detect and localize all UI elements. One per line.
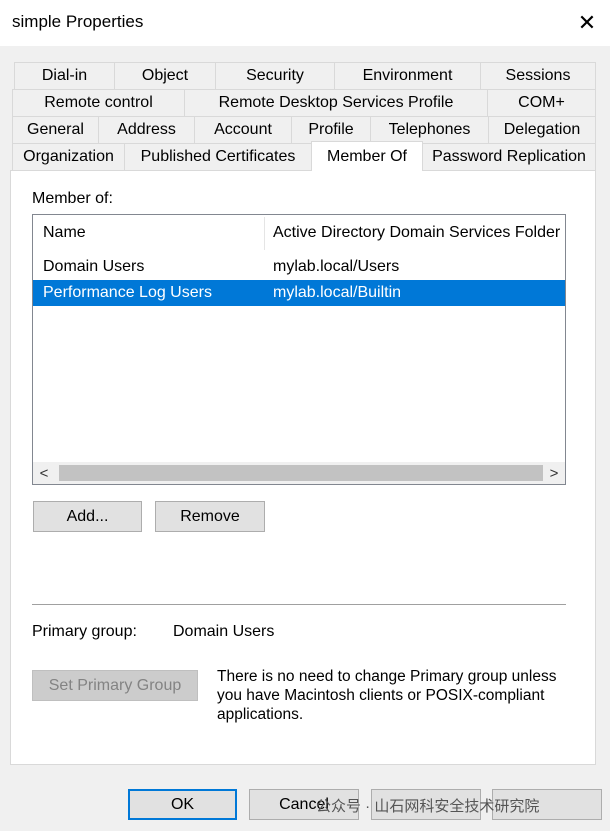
primary-group-label: Primary group:	[32, 623, 137, 640]
close-icon[interactable]: ✕	[564, 0, 610, 46]
row-folder: mylab.local/Builtin	[273, 284, 402, 301]
tab-security[interactable]: Security	[215, 62, 335, 89]
tab-dial-in[interactable]: Dial-in	[14, 62, 115, 89]
row-name: Domain Users	[43, 258, 145, 275]
add-button[interactable]: Add...	[33, 501, 142, 532]
remove-button[interactable]: Remove	[155, 501, 265, 532]
tab-sessions[interactable]: Sessions	[480, 62, 596, 89]
member-of-label: Member of:	[32, 190, 113, 207]
member-of-list[interactable]: Name Active Directory Domain Services Fo…	[32, 214, 566, 485]
row-name: Performance Log Users	[43, 284, 212, 301]
watermark: 公众号 · 山石网科安全技术研究院	[316, 798, 540, 815]
tab-telephones[interactable]: Telephones	[370, 116, 489, 143]
tab-com-plus[interactable]: COM+	[487, 89, 596, 116]
set-primary-group-button[interactable]: Set Primary Group	[32, 670, 198, 701]
tab-member-of[interactable]: Member Of	[311, 141, 423, 171]
title-bar: simple Properties ✕	[0, 0, 610, 46]
list-item-selected[interactable]: Performance Log Users mylab.local/Builti…	[33, 280, 565, 306]
tab-address[interactable]: Address	[98, 116, 195, 143]
tab-password-replication[interactable]: Password Replication	[422, 143, 596, 170]
ok-button[interactable]: OK	[128, 789, 237, 820]
horizontal-scrollbar[interactable]: < >	[33, 462, 565, 484]
tab-general[interactable]: General	[12, 116, 99, 143]
scrollbar-thumb[interactable]	[59, 465, 543, 481]
divider	[32, 604, 566, 605]
tab-remote-control[interactable]: Remote control	[12, 89, 185, 116]
tab-profile[interactable]: Profile	[291, 116, 371, 143]
list-item[interactable]: Domain Users mylab.local/Users	[33, 254, 565, 280]
member-of-panel: Member of: Name Active Directory Domain …	[10, 170, 596, 765]
window-title: simple Properties	[12, 12, 144, 31]
tab-remote-desktop-services-profile[interactable]: Remote Desktop Services Profile	[184, 89, 488, 116]
row-folder: mylab.local/Users	[273, 258, 400, 275]
column-separator[interactable]	[264, 217, 265, 250]
scroll-right-icon[interactable]: >	[543, 462, 565, 484]
tab-delegation[interactable]: Delegation	[488, 116, 596, 143]
tab-organization[interactable]: Organization	[12, 143, 125, 170]
column-header-name[interactable]: Name	[43, 224, 86, 242]
dialog-body: Dial-in Object Security Environment Sess…	[0, 46, 610, 831]
tab-account[interactable]: Account	[194, 116, 292, 143]
column-header-folder[interactable]: Active Directory Domain Services Folder	[273, 224, 560, 242]
tab-environment[interactable]: Environment	[334, 62, 481, 89]
primary-group-note: There is no need to change Primary group…	[217, 668, 557, 723]
list-header: Name Active Directory Domain Services Fo…	[33, 215, 565, 251]
scroll-left-icon[interactable]: <	[33, 462, 55, 484]
primary-group-value: Domain Users	[173, 623, 275, 640]
tab-published-certificates[interactable]: Published Certificates	[124, 143, 312, 170]
tab-object[interactable]: Object	[114, 62, 216, 89]
